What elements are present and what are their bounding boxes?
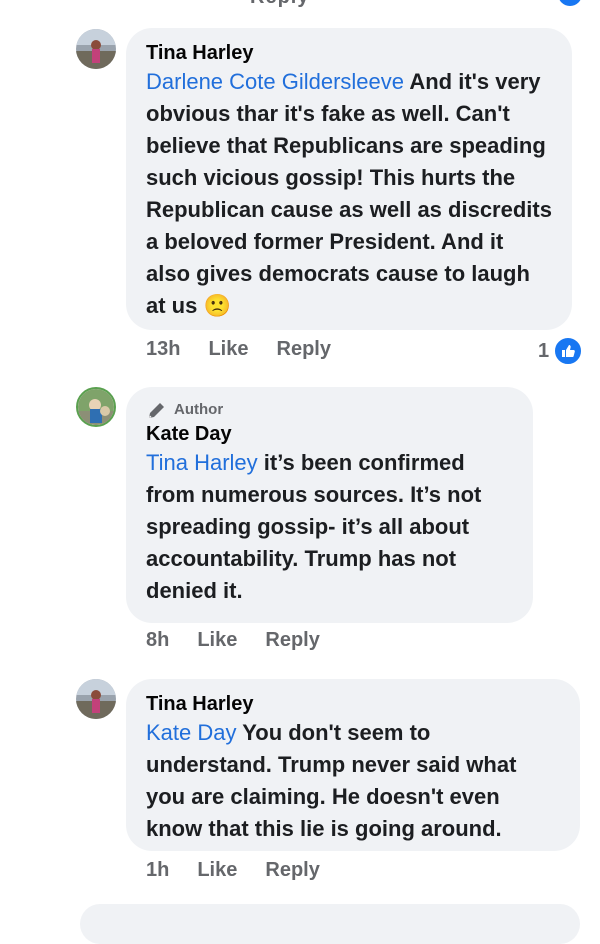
avatar[interactable] (76, 29, 116, 69)
avatar[interactable] (76, 387, 116, 427)
like-button[interactable]: Like (197, 859, 237, 882)
comment-actions: 13h Like Reply (146, 338, 331, 361)
pen-icon (149, 403, 164, 418)
reaction-count: 1 (538, 339, 550, 362)
timestamp[interactable]: 8h (146, 629, 169, 652)
previous-comment-actions-fragment: Reply (250, 0, 309, 9)
comment-author[interactable]: Tina Harley (146, 691, 560, 717)
like-button[interactable]: Like (197, 629, 237, 652)
mention-link[interactable]: Tina Harley (146, 450, 258, 475)
comment-text: Darlene Cote Gildersleeve And it's very … (146, 66, 552, 322)
reply-button[interactable]: Reply (265, 629, 319, 652)
reaction-summary[interactable]: 1 (538, 336, 584, 366)
comment-bubble: Tina Harley Darlene Cote Gildersleeve An… (126, 28, 572, 330)
comment-body: And it's very obvious thar it's fake as … (146, 69, 552, 318)
timestamp[interactable]: 13h (146, 338, 180, 361)
author-badge-label: Author (174, 401, 224, 418)
comment-author[interactable]: Kate Day (146, 421, 513, 447)
comment-text: Tina Harley it’s been confirmed from num… (146, 447, 513, 607)
comment-actions: 1h Like Reply (146, 859, 320, 882)
mention-link[interactable]: Darlene Cote Gildersleeve (146, 69, 404, 94)
previous-reaction-icon (558, 0, 582, 6)
avatar[interactable] (76, 679, 116, 719)
comment-text: Kate Day You don't seem to understand. T… (146, 717, 560, 845)
reply-button[interactable]: Reply (277, 338, 331, 361)
sad-face-emoji: 🙁 (203, 293, 231, 318)
comment-bubble: Author Kate Day Tina Harley it’s been co… (126, 387, 533, 623)
like-button[interactable]: Like (208, 338, 248, 361)
thumbs-up-icon (553, 336, 584, 366)
timestamp[interactable]: 1h (146, 859, 169, 882)
comment-author[interactable]: Tina Harley (146, 40, 552, 66)
reply-button[interactable]: Reply (265, 859, 319, 882)
comment-actions: 8h Like Reply (146, 629, 320, 652)
next-comment-fragment (80, 904, 580, 944)
author-badge: Author (146, 399, 513, 421)
comment-bubble: Tina Harley Kate Day You don't seem to u… (126, 679, 580, 851)
mention-link[interactable]: Kate Day (146, 720, 237, 745)
